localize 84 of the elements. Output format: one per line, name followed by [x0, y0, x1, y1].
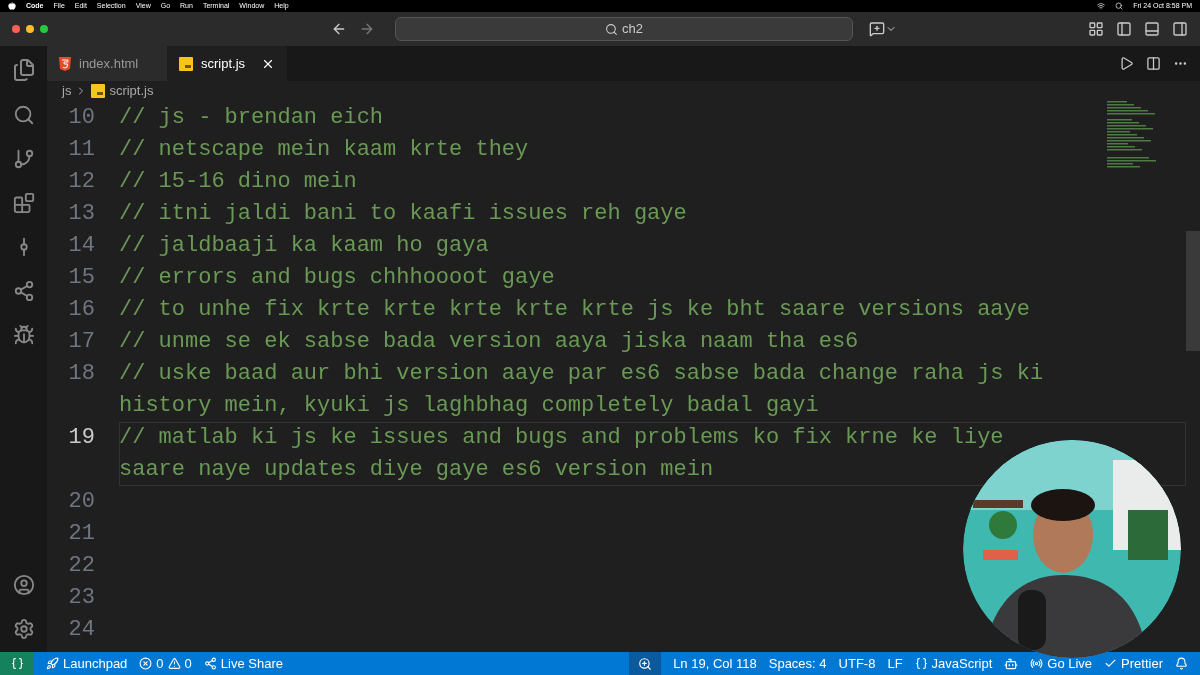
code-comment: // errors and bugs chhhoooot gaye: [119, 264, 556, 292]
line-number: 15: [67, 264, 96, 292]
line-number: 16: [67, 296, 96, 324]
live-share-status[interactable]: Live Share: [203, 653, 283, 674]
remote-button[interactable]: [0, 652, 34, 675]
prettier-status[interactable]: Prettier: [1104, 653, 1163, 674]
code-comment: // netscape mein kaam krte they: [119, 136, 530, 164]
js-file-icon: [179, 56, 193, 71]
line-number: 24: [67, 616, 96, 644]
code-comment: saare naye updates diye gaye es6 version mein: [119, 456, 715, 484]
notifications-icon[interactable]: [1175, 657, 1188, 670]
line-number: 17: [67, 328, 96, 356]
breadcrumb-item[interactable]: js: [62, 81, 72, 101]
source-control-icon[interactable]: [12, 148, 35, 170]
minimize-button[interactable]: [26, 25, 34, 33]
run-icon[interactable]: [1119, 56, 1134, 71]
close-window-button[interactable]: [12, 25, 20, 33]
zoom-icon: [638, 656, 653, 671]
apple-icon[interactable]: [8, 2, 16, 10]
line-number: 23: [67, 584, 96, 612]
breadcrumb-item[interactable]: script.js: [109, 81, 154, 101]
layout-icon[interactable]: [1088, 21, 1104, 37]
code-comment: // js - brendan eich: [119, 104, 385, 132]
line-number: 18: [67, 360, 96, 388]
live-share-icon: [203, 657, 217, 670]
toggle-secondary-sidebar-icon[interactable]: [1172, 21, 1188, 37]
maximize-button[interactable]: [40, 25, 48, 33]
toggle-panel-icon[interactable]: [1144, 21, 1160, 37]
line-number: 11: [67, 136, 96, 164]
line-number: 12: [67, 168, 96, 196]
status-item[interactable]: Spaces: 4: [768, 653, 827, 674]
toggle-sidebar-icon[interactable]: [1116, 21, 1132, 37]
code-comment: // 15-16 dino mein: [119, 168, 358, 196]
wifi-icon[interactable]: [1097, 2, 1106, 10]
chat-icon[interactable]: [869, 21, 885, 37]
js-file-icon: [91, 84, 106, 98]
line-number: 22: [67, 552, 96, 580]
code-comment: // unme se ek sabse bada version aaya jiska naam tha es6: [119, 328, 860, 356]
code-comment: // jaldbaaji ka kaam ho gaya: [119, 232, 490, 260]
code-comment: // itni jaldi bani to kaafi issues reh gaye: [119, 200, 688, 228]
language-status[interactable]: JavaScript: [914, 653, 993, 674]
live-share-icon[interactable]: [12, 280, 35, 302]
search-icon: [605, 22, 618, 36]
command-center[interactable]: ch2: [395, 17, 853, 41]
run-debug-icon[interactable]: [12, 324, 35, 346]
settings-icon[interactable]: [12, 618, 35, 640]
accounts-icon[interactable]: [12, 574, 35, 596]
warning-icon: [167, 657, 181, 670]
problems-status[interactable]: 0 0: [139, 653, 192, 674]
line-number: 14: [67, 232, 96, 260]
search-icon[interactable]: [1115, 2, 1124, 10]
line-number: 20: [67, 488, 96, 516]
copilot-icon[interactable]: [1004, 656, 1019, 671]
html-file-icon: [59, 56, 71, 71]
go-live-status[interactable]: Go Live: [1030, 653, 1093, 674]
launchpad-status[interactable]: Launchpad: [46, 653, 128, 674]
status-item[interactable]: LF: [887, 653, 903, 674]
error-icon: [139, 657, 153, 670]
code-comment: // to unhe fix krte krte krte krte krte js ke bht saare versions aaye: [119, 296, 1031, 324]
check-icon: [1104, 657, 1118, 670]
line-number: 13: [67, 200, 96, 228]
editor-tab[interactable]: script.js: [167, 46, 287, 81]
editor-tab[interactable]: index.html: [47, 46, 167, 81]
code-comment: // matlab ki js ke issues and bugs and problems ko fix krne ke liye: [119, 424, 1005, 452]
scrollbar-thumb[interactable]: [1186, 231, 1200, 351]
search-text: ch2: [622, 20, 643, 39]
explorer-icon[interactable]: [11, 58, 36, 82]
back-icon[interactable]: [331, 21, 347, 37]
extensions-icon[interactable]: [12, 192, 35, 214]
code-comment: // uske baad aur bhi version aaye par es6 sabse bada change raha js ki: [119, 360, 1045, 388]
search-icon[interactable]: [12, 104, 35, 126]
rocket-icon: [46, 657, 59, 670]
line-number: 21: [67, 520, 96, 548]
remote-icon: [10, 657, 24, 670]
status-item[interactable]: Ln 19, Col 118: [673, 653, 757, 674]
split-editor-icon[interactable]: [1146, 56, 1161, 71]
status-item[interactable]: UTF-8: [838, 653, 876, 674]
line-number: 19: [67, 424, 96, 452]
zoom-button[interactable]: [629, 652, 662, 675]
braces-icon: [914, 657, 928, 670]
broadcast-icon: [1030, 657, 1044, 670]
forward-icon[interactable]: [359, 21, 375, 37]
code-comment: history mein, kyuki js laghbhag completely badal gayi: [119, 392, 820, 420]
line-number: 10: [67, 104, 96, 132]
